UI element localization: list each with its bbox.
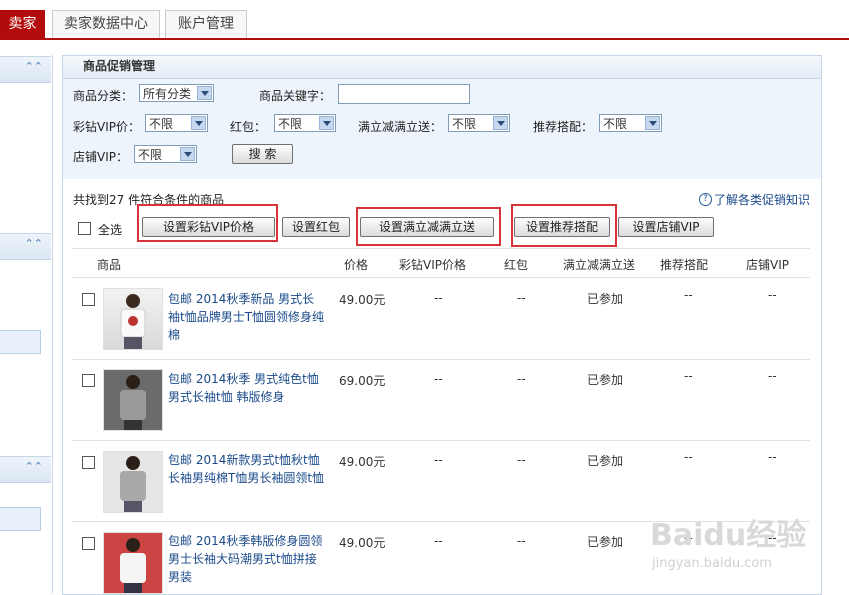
category-select-value: 所有分类 <box>143 87 192 101</box>
product-thumbnail[interactable] <box>103 369 163 431</box>
help-icon: ? <box>699 193 712 206</box>
hongbao-cell: -- <box>517 291 526 305</box>
manjian-cell: 已参加 <box>587 292 624 306</box>
tab-seller-data-center[interactable]: 卖家数据中心 <box>52 10 160 38</box>
shop-vip-cell: -- <box>768 369 777 383</box>
hongbao-label: 红包： <box>230 120 267 134</box>
watermark-logo: Baidu经验 <box>650 518 807 553</box>
sidebar-section-header[interactable]: ⌃⌃ <box>0 233 51 260</box>
manjian-cell: 已参加 <box>587 454 624 468</box>
vip-price-select-value: 不限 <box>149 117 174 131</box>
manjian-select-value: 不限 <box>452 117 477 131</box>
collapse-icon[interactable]: ⌃⌃ <box>25 237 43 250</box>
set-manjian-button[interactable]: 设置满立减满立送 <box>360 217 494 237</box>
help-link[interactable]: 了解各类促销知识 <box>714 191 810 208</box>
chevron-down-icon <box>645 116 660 130</box>
tab-seller[interactable]: 卖家 <box>0 10 45 40</box>
search-button[interactable]: 搜 索 <box>232 144 293 164</box>
col-header-manjian: 满立减满立送 <box>563 258 636 272</box>
chevron-down-icon <box>197 86 212 100</box>
hongbao-cell: -- <box>517 453 526 467</box>
row-checkbox[interactable] <box>82 537 95 550</box>
row-checkbox[interactable] <box>82 374 95 387</box>
product-thumbnail[interactable] <box>103 532 163 594</box>
sidebar-item[interactable] <box>0 507 41 531</box>
tuijian-select[interactable]: 不限 <box>599 114 662 132</box>
vip-price-cell: -- <box>434 534 443 548</box>
set-shop-vip-button[interactable]: 设置店铺VIP <box>618 217 714 237</box>
price-cell: 49.00元 <box>339 455 386 469</box>
chevron-down-icon <box>493 116 508 130</box>
tuijian-cell: -- <box>684 369 693 383</box>
vip-price-cell: -- <box>434 291 443 305</box>
nav-divider <box>0 38 849 40</box>
set-tuijian-button[interactable]: 设置推荐搭配 <box>514 217 610 237</box>
collapse-icon[interactable]: ⌃⌃ <box>25 460 43 473</box>
sidebar-section-header[interactable]: ⌃⌃ <box>0 456 51 483</box>
manjian-label: 满立减满立送： <box>358 120 443 134</box>
watermark-url: jingyan.baidu.com <box>652 556 772 571</box>
chevron-down-icon <box>319 116 334 130</box>
keyword-input[interactable] <box>338 84 470 104</box>
product-name-link[interactable]: 包邮 2014秋季韩版修身圆领男士长袖大码潮男式t恤拼接男装 <box>168 532 326 586</box>
hongbao-select-value: 不限 <box>278 117 303 131</box>
col-header-product: 商品 <box>97 258 122 272</box>
tuijian-label: 推荐搭配： <box>533 120 594 134</box>
vip-price-label: 彩钻VIP价： <box>73 120 140 134</box>
collapse-icon[interactable]: ⌃⌃ <box>25 60 43 73</box>
hongbao-cell: -- <box>517 534 526 548</box>
shop-vip-cell: -- <box>768 288 777 302</box>
shop-vip-select-value: 不限 <box>138 148 163 162</box>
product-thumbnail[interactable] <box>103 288 163 350</box>
keyword-label: 商品关键字： <box>259 89 332 103</box>
product-name-link[interactable]: 包邮 2014秋季新品 男式长袖t恤品牌男士T恤圆领修身纯棉 <box>168 290 326 344</box>
select-all-label: 全选 <box>98 223 123 237</box>
tuijian-cell: -- <box>684 450 693 464</box>
manjian-cell: 已参加 <box>587 373 624 387</box>
sidebar-item[interactable] <box>0 330 41 354</box>
set-vip-price-button[interactable]: 设置彩钻VIP价格 <box>142 217 275 237</box>
row-checkbox[interactable] <box>82 456 95 469</box>
category-select[interactable]: 所有分类 <box>139 84 214 102</box>
price-cell: 49.00元 <box>339 293 386 307</box>
table-divider <box>72 440 810 441</box>
panel-title: 商品促销管理 <box>83 59 156 73</box>
table-divider <box>72 359 810 360</box>
tuijian-cell: -- <box>684 288 693 302</box>
panel-header: 商品促销管理 <box>63 56 821 79</box>
shop-vip-select[interactable]: 不限 <box>134 145 197 163</box>
col-header-price: 价格 <box>344 258 369 272</box>
chevron-down-icon <box>191 116 206 130</box>
row-checkbox[interactable] <box>82 293 95 306</box>
vip-price-cell: -- <box>434 453 443 467</box>
hongbao-select[interactable]: 不限 <box>274 114 336 132</box>
price-cell: 49.00元 <box>339 536 386 550</box>
vip-price-select[interactable]: 不限 <box>145 114 208 132</box>
price-cell: 69.00元 <box>339 374 386 388</box>
shop-vip-label: 店铺VIP： <box>73 150 128 164</box>
select-all-checkbox[interactable] <box>78 222 91 235</box>
product-thumbnail[interactable] <box>103 451 163 513</box>
col-header-shop-vip: 店铺VIP <box>746 258 789 272</box>
product-name-link[interactable]: 包邮 2014新款男式t恤秋t恤长袖男纯棉T恤男长袖圆领t恤 <box>168 451 326 487</box>
sidebar-section-header[interactable]: ⌃⌃ <box>0 56 51 83</box>
vip-price-cell: -- <box>434 372 443 386</box>
col-header-vip-price: 彩钻VIP价格 <box>399 258 466 272</box>
manjian-select[interactable]: 不限 <box>448 114 510 132</box>
shop-vip-cell: -- <box>768 450 777 464</box>
set-hongbao-button[interactable]: 设置红包 <box>282 217 350 237</box>
table-divider <box>72 277 810 278</box>
hongbao-cell: -- <box>517 372 526 386</box>
category-label: 商品分类： <box>73 89 134 103</box>
tab-account-management[interactable]: 账户管理 <box>165 10 247 38</box>
chevron-down-icon <box>180 147 195 161</box>
col-header-hongbao: 红包 <box>504 258 529 272</box>
tuijian-select-value: 不限 <box>603 117 628 131</box>
product-name-link[interactable]: 包邮 2014秋季 男式纯色t恤男式长袖t恤 韩版修身 <box>168 370 326 406</box>
table-divider <box>72 248 810 249</box>
col-header-tuijian: 推荐搭配 <box>660 258 709 272</box>
manjian-cell: 已参加 <box>587 535 624 549</box>
